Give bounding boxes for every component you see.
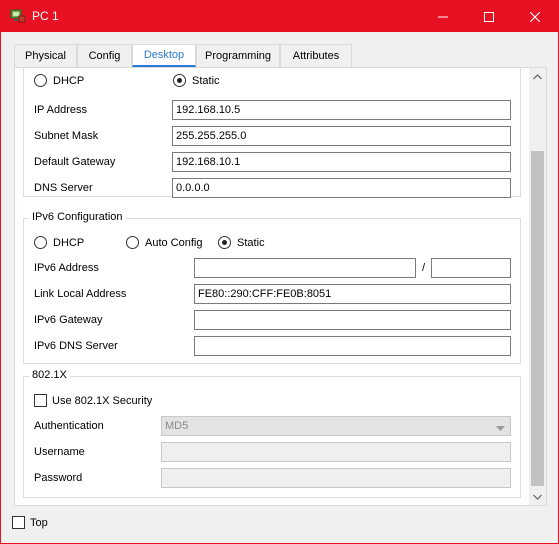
maximize-icon [484,11,494,22]
tab-physical[interactable]: Physical [14,44,77,67]
ipv6-static-radio[interactable] [218,236,231,249]
ipv4-dhcp-label: DHCP [53,75,85,87]
ipv6-prefix-field[interactable] [431,258,511,278]
ipv4-static-label: Static [192,75,220,87]
ipv6-address-field[interactable] [194,258,416,278]
tab-config[interactable]: Config [77,44,132,67]
window-title: PC 1 [32,9,59,23]
ipv6-address-label: IPv6 Address [34,262,99,274]
use-8021x-label: Use 802.1X Security [52,395,153,407]
authentication-label: Authentication [34,420,104,432]
minimize-icon [438,12,448,22]
password-label: Password [34,472,83,484]
ipv6-static-label: Static [237,237,265,249]
dns-server-field[interactable]: 0.0.0.0 [172,178,511,198]
minimize-button[interactable] [420,1,466,32]
ip-address-label: IP Address [34,104,87,116]
pc-app-icon [10,9,26,23]
prefix-separator: / [422,262,426,274]
ipv6-auto-config-radio[interactable] [126,236,139,249]
ipv4-dhcp-radio[interactable] [34,74,47,87]
ip-configuration-content: DHCP Static IP Address 192.168.10.5 Subn… [15,68,530,505]
window-footer: Top [1,507,558,543]
chevron-down-icon [496,423,505,435]
close-button[interactable] [512,1,558,32]
ipv6-dns-server-label: IPv6 DNS Server [34,340,118,352]
subnet-mask-field[interactable]: 255.255.255.0 [172,126,511,146]
username-label: Username [34,446,85,458]
ipv6-auto-config-label: Auto Config [145,237,203,249]
scroll-up-button[interactable] [529,68,546,85]
default-gateway-field[interactable]: 192.168.10.1 [172,152,511,172]
dot1x-section-title: 802.1X [29,369,70,381]
dns-server-label: DNS Server [34,182,93,194]
tab-programming[interactable]: Programming [196,44,280,67]
link-local-address-field[interactable]: FE80::290:CFF:FE0B:8051 [194,284,511,304]
tab-attributes[interactable]: Attributes [280,44,352,67]
chevron-up-icon [533,71,542,83]
title-bar[interactable]: PC 1 [1,1,558,32]
close-icon [530,11,540,22]
ipv6-gateway-field[interactable] [194,310,511,330]
chevron-down-icon [533,491,542,503]
scrollbar-thumb[interactable] [531,151,544,486]
top-label: Top [30,517,48,529]
scroll-down-button[interactable] [529,488,546,505]
subnet-mask-label: Subnet Mask [34,130,99,142]
maximize-button[interactable] [466,1,512,32]
ipv6-section-title: IPv6 Configuration [29,211,126,223]
ipv6-dhcp-radio[interactable] [34,236,47,249]
default-gateway-label: Default Gateway [34,156,116,168]
pc1-window: PC 1 Physical Config Desktop Programming… [0,0,559,544]
authentication-select[interactable]: MD5 [161,416,511,436]
authentication-value: MD5 [165,420,189,432]
username-field[interactable] [161,442,511,462]
vertical-scrollbar[interactable] [529,68,546,505]
ipv6-gateway-label: IPv6 Gateway [34,314,103,326]
top-checkbox[interactable] [12,516,25,529]
ip-address-field[interactable]: 192.168.10.5 [172,100,511,120]
ipv6-dns-server-field[interactable] [194,336,511,356]
password-field[interactable] [161,468,511,488]
tab-desktop[interactable]: Desktop [132,44,196,67]
desktop-panel: DHCP Static IP Address 192.168.10.5 Subn… [14,67,547,506]
link-local-address-label: Link Local Address [34,288,127,300]
use-8021x-checkbox[interactable] [34,394,47,407]
ipv6-dhcp-label: DHCP [53,237,85,249]
ipv4-static-radio[interactable] [173,74,186,87]
